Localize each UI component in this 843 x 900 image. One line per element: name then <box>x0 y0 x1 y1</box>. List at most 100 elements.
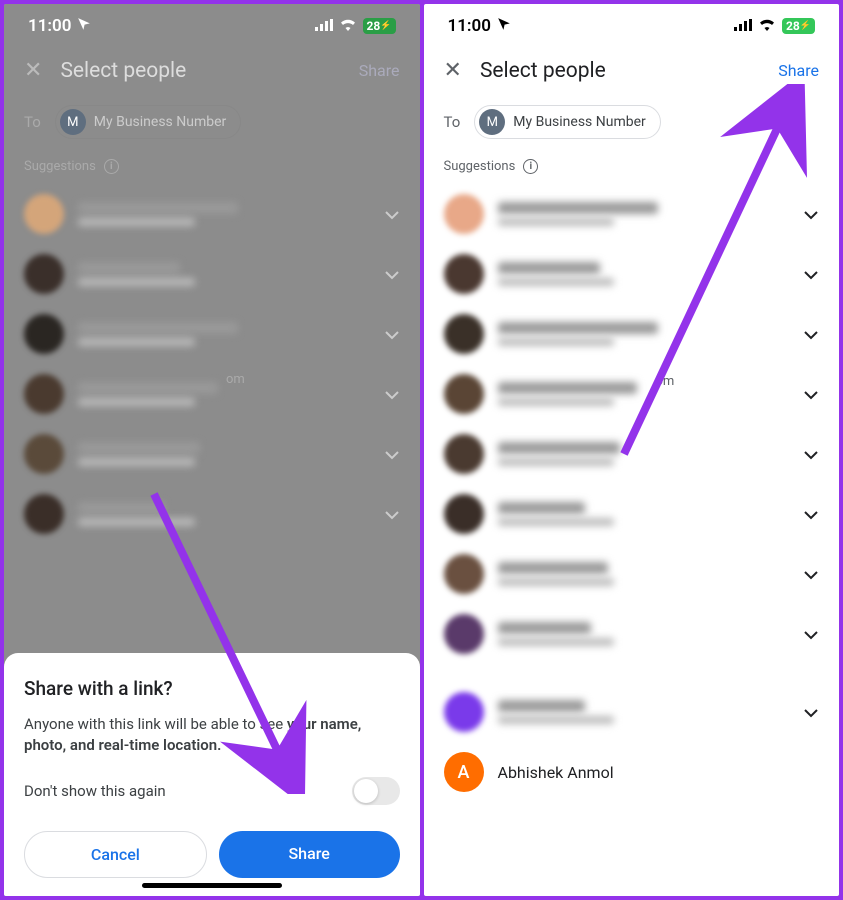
contact-row[interactable] <box>24 484 400 544</box>
contact-name: Abhishek Anmol <box>498 763 614 782</box>
contact-row[interactable] <box>24 364 400 424</box>
contact-list <box>4 184 420 544</box>
contact-row[interactable] <box>444 364 820 424</box>
contact-detail-blurred <box>78 278 195 286</box>
chevron-down-icon[interactable] <box>803 565 819 584</box>
chevron-down-icon[interactable] <box>803 445 819 464</box>
contact-row[interactable] <box>444 244 820 304</box>
chevron-down-icon[interactable] <box>803 703 819 722</box>
share-button[interactable]: Share <box>778 61 819 80</box>
chip-label: My Business Number <box>94 114 226 130</box>
contact-detail-blurred <box>78 518 195 526</box>
contact-name-blurred <box>498 700 585 712</box>
contact-row[interactable] <box>444 424 820 484</box>
contact-row[interactable] <box>444 682 820 742</box>
wifi-icon <box>758 16 776 36</box>
contact-row[interactable] <box>444 604 820 664</box>
suggestions-header: Suggestions i <box>4 155 420 184</box>
dont-show-toggle[interactable] <box>352 777 400 805</box>
chevron-down-icon[interactable] <box>384 265 400 284</box>
chevron-down-icon[interactable] <box>384 505 400 524</box>
phone-screenshot-right: 11:00 28⚡ ✕ Select people Share To M My … <box>424 4 840 896</box>
chevron-down-icon[interactable] <box>384 385 400 404</box>
contact-avatar <box>444 614 484 654</box>
share-button[interactable]: Share <box>359 61 400 80</box>
contact-avatar <box>444 554 484 594</box>
close-icon[interactable]: ✕ <box>444 58 462 83</box>
contact-row[interactable] <box>444 184 820 244</box>
app-header: ✕ Select people Share <box>4 44 420 97</box>
to-field: To M My Business Number <box>4 97 420 155</box>
recipient-chip[interactable]: M My Business Number <box>55 105 241 139</box>
recipient-chip[interactable]: M My Business Number <box>474 105 660 139</box>
phone-screenshot-left: 11:00 28⚡ ✕ Select people Share To M My … <box>4 4 420 896</box>
cancel-button[interactable]: Cancel <box>24 831 207 878</box>
contact-avatar <box>444 254 484 294</box>
contact-detail-blurred <box>78 338 195 346</box>
contact-detail-blurred <box>498 398 615 406</box>
chevron-down-icon[interactable] <box>803 265 819 284</box>
contact-name-blurred <box>498 382 638 394</box>
contact-avatar <box>24 494 64 534</box>
contact-avatar <box>444 314 484 354</box>
status-bar: 11:00 28⚡ <box>424 4 840 44</box>
contact-name-blurred <box>498 262 600 274</box>
contact-row[interactable] <box>24 304 400 364</box>
chip-avatar: M <box>479 109 505 135</box>
contact-row[interactable] <box>444 304 820 364</box>
contact-name-blurred <box>78 502 165 514</box>
email-suffix: om <box>656 374 675 389</box>
contact-detail-blurred <box>498 578 615 586</box>
info-icon[interactable]: i <box>104 159 119 174</box>
chevron-down-icon[interactable] <box>384 205 400 224</box>
contact-row[interactable] <box>444 544 820 604</box>
battery-indicator: 28⚡ <box>363 18 396 34</box>
wifi-icon <box>339 16 357 36</box>
status-time: 11:00 <box>448 16 491 36</box>
chevron-down-icon[interactable] <box>384 445 400 464</box>
contact-detail-blurred <box>498 518 615 526</box>
contact-row[interactable] <box>444 484 820 544</box>
chip-avatar: M <box>60 109 86 135</box>
chevron-down-icon[interactable] <box>803 505 819 524</box>
contact-name-blurred <box>78 202 238 214</box>
contact-name-blurred <box>498 622 591 634</box>
page-title: Select people <box>60 59 340 83</box>
contact-name-blurred <box>78 322 238 334</box>
contact-avatar <box>24 434 64 474</box>
contact-detail-blurred <box>498 638 615 646</box>
chevron-down-icon[interactable] <box>803 385 819 404</box>
contact-name-blurred <box>498 442 620 454</box>
chip-label: My Business Number <box>513 114 645 130</box>
contact-name-blurred <box>78 262 180 274</box>
contact-name-blurred <box>498 502 585 514</box>
contact-detail-blurred <box>498 218 615 226</box>
contact-row[interactable] <box>24 424 400 484</box>
home-indicator[interactable] <box>142 883 282 888</box>
chevron-down-icon[interactable] <box>803 325 819 344</box>
contact-row[interactable]: A Abhishek Anmol <box>444 742 820 802</box>
cellular-icon <box>315 16 333 36</box>
app-header: ✕ Select people Share <box>424 44 840 97</box>
share-confirm-button[interactable]: Share <box>219 831 400 878</box>
chevron-down-icon[interactable] <box>803 205 819 224</box>
chevron-down-icon[interactable] <box>803 625 819 644</box>
location-icon <box>77 16 91 36</box>
chevron-down-icon[interactable] <box>384 325 400 344</box>
cellular-icon <box>734 16 752 36</box>
contact-name-blurred <box>498 202 658 214</box>
contact-detail-blurred <box>78 398 195 406</box>
contact-detail-blurred <box>498 458 615 466</box>
contact-avatar <box>444 194 484 234</box>
to-label: To <box>24 113 41 131</box>
location-icon <box>497 16 511 36</box>
contact-detail-blurred <box>498 716 615 724</box>
info-icon[interactable]: i <box>523 159 538 174</box>
share-link-bottom-sheet: Share with a link? Anyone with this link… <box>4 653 420 897</box>
contact-row[interactable] <box>24 244 400 304</box>
contact-avatar <box>444 374 484 414</box>
contact-name-blurred <box>498 322 658 334</box>
close-icon[interactable]: ✕ <box>24 58 42 83</box>
contact-row[interactable] <box>24 184 400 244</box>
contact-avatar <box>24 194 64 234</box>
